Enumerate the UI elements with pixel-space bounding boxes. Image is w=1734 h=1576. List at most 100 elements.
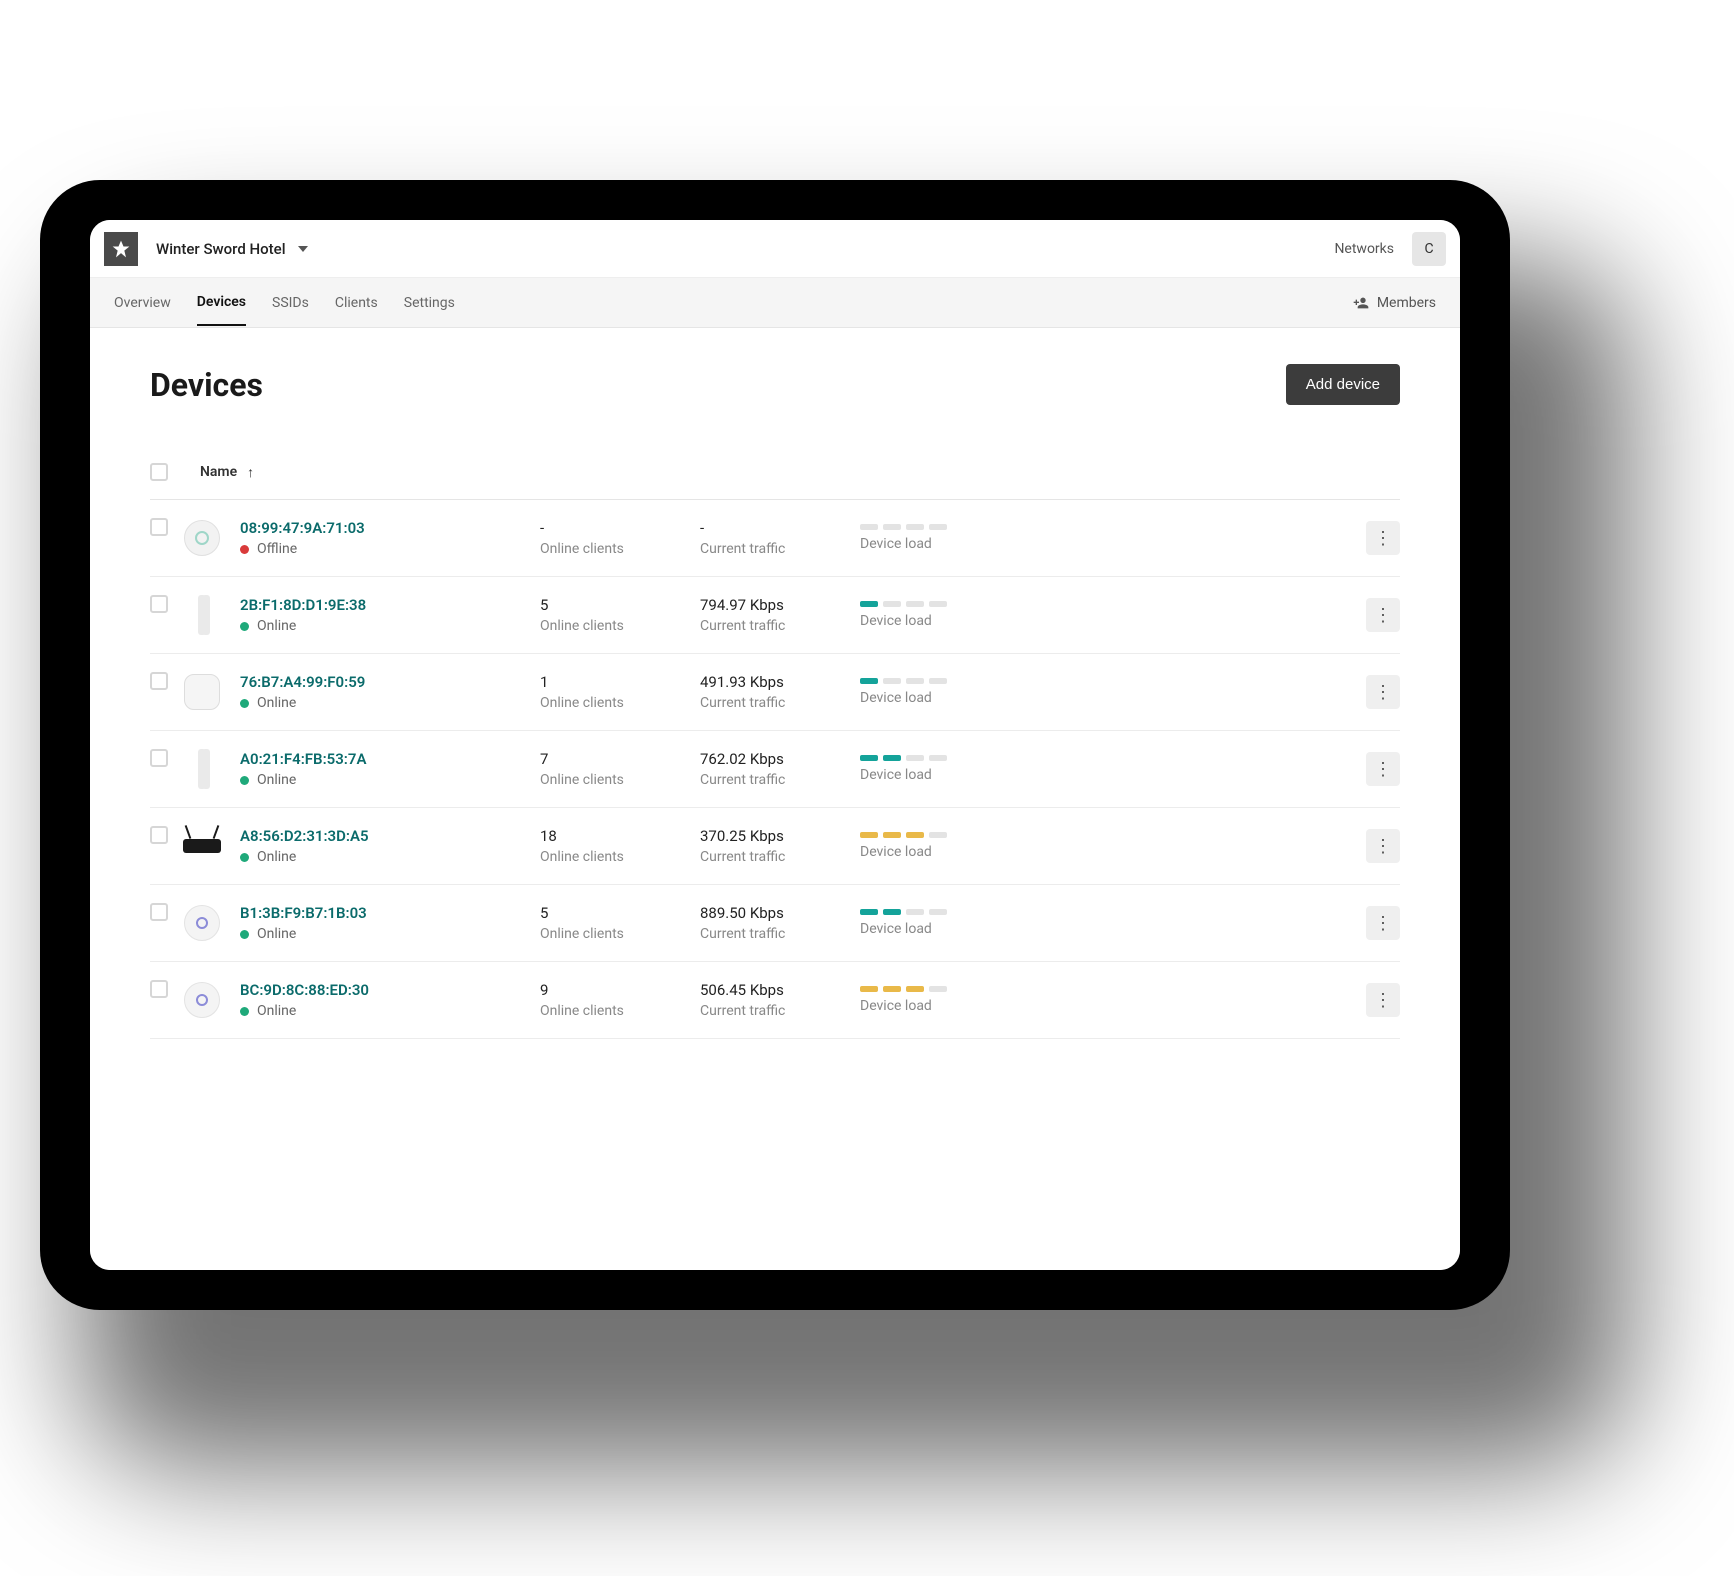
device-row[interactable]: A8:56:D2:31:3D:A5Online18Online clients3… — [150, 808, 1400, 885]
device-status: Online — [240, 695, 540, 711]
row-checkbox[interactable] — [150, 826, 168, 844]
status-dot-icon — [240, 699, 249, 708]
device-mac[interactable]: 08:99:47:9A:71:03 — [240, 519, 540, 537]
row-checkbox[interactable] — [150, 749, 168, 767]
page-title: Devices — [150, 366, 263, 404]
device-mac[interactable]: 76:B7:A4:99:F0:59 — [240, 673, 540, 691]
device-thumbnail — [182, 903, 222, 943]
online-clients-metric: 5Online clients — [540, 904, 700, 942]
tab-clients[interactable]: Clients — [335, 281, 378, 325]
current-traffic-label: Current traffic — [700, 1003, 860, 1019]
device-row[interactable]: 08:99:47:9A:71:03Offline-Online clients-… — [150, 500, 1400, 577]
device-name-block: BC:9D:8C:88:ED:30 Online — [240, 981, 540, 1019]
load-segment — [860, 678, 878, 684]
online-clients-value: 5 — [540, 904, 700, 922]
device-row[interactable]: 2B:F1:8D:D1:9E:38 Online 5 Online clients79… — [150, 577, 1400, 654]
device-thumbnail — [182, 672, 222, 712]
device-thumbnail — [182, 749, 222, 789]
load-segment — [883, 909, 901, 915]
members-button[interactable]: Members — [1353, 295, 1436, 311]
device-rows: 08:99:47:9A:71:03Offline-Online clients-… — [150, 500, 1400, 1039]
load-segment — [906, 755, 924, 761]
row-checkbox[interactable] — [150, 595, 168, 613]
device-mac[interactable]: 2B:F1:8D:D1:9E:38 — [240, 596, 540, 614]
tab-overview[interactable]: Overview — [114, 281, 171, 325]
row-actions-button[interactable]: ⋮ — [1366, 521, 1400, 555]
row-actions-button[interactable]: ⋮ — [1366, 983, 1400, 1017]
online-clients-label: Online clients — [540, 618, 700, 634]
page-header: Devices Add device — [150, 364, 1400, 405]
device-name-block: 76:B7:A4:99:F0:59 Online — [240, 673, 540, 711]
row-checkbox[interactable] — [150, 980, 168, 998]
load-segment — [883, 832, 901, 838]
user-avatar[interactable]: C — [1412, 232, 1446, 266]
current-traffic-label: Current traffic — [700, 618, 860, 634]
device-mac[interactable]: BC:9D:8C:88:ED:30 — [240, 981, 540, 999]
device-square-ap-icon — [184, 674, 220, 710]
device-name-block: A0:21:F4:FB:53:7A Online — [240, 750, 540, 788]
row-checkbox[interactable] — [150, 903, 168, 921]
device-mac[interactable]: A8:56:D2:31:3D:A5 — [240, 827, 540, 845]
device-load-label: Device load — [860, 690, 1040, 706]
device-name-block: 08:99:47:9A:71:03Offline — [240, 519, 540, 557]
online-clients-label: Online clients — [540, 849, 700, 865]
row-actions-button[interactable]: ⋮ — [1366, 752, 1400, 786]
device-load-label: Device load — [860, 536, 1040, 552]
status-dot-icon — [240, 930, 249, 939]
device-name-block: 2B:F1:8D:D1:9E:38 Online — [240, 596, 540, 634]
load-segment — [906, 986, 924, 992]
select-all-checkbox[interactable] — [150, 463, 168, 481]
table-header: Name ↑ — [150, 453, 1400, 500]
device-load-metric: Device load — [860, 524, 1040, 552]
column-name-label: Name — [200, 464, 237, 480]
load-segment — [929, 832, 947, 838]
row-actions-button[interactable]: ⋮ — [1366, 906, 1400, 940]
online-clients-value: 18 — [540, 827, 700, 845]
device-row[interactable]: B1:3B:F9:B7:1B:03Online5Online clients88… — [150, 885, 1400, 962]
load-bars — [860, 986, 1040, 992]
load-segment — [883, 601, 901, 607]
tab-devices[interactable]: Devices — [197, 280, 246, 326]
online-clients-value: - — [540, 519, 700, 537]
device-row[interactable]: 76:B7:A4:99:F0:59Online1Online clients49… — [150, 654, 1400, 731]
device-mac[interactable]: B1:3B:F9:B7:1B:03 — [240, 904, 540, 922]
current-traffic-label: Current traffic — [700, 849, 860, 865]
device-thumbnail — [182, 980, 222, 1020]
status-text: Online — [257, 1003, 296, 1019]
row-actions-button[interactable]: ⋮ — [1366, 675, 1400, 709]
status-text: Online — [257, 772, 296, 788]
device-status: Online — [240, 618, 540, 634]
app-logo-icon[interactable] — [104, 232, 138, 266]
status-text: Online — [257, 618, 296, 634]
networks-link[interactable]: Networks — [1334, 241, 1394, 257]
load-segment — [860, 524, 878, 530]
status-dot-icon — [240, 622, 249, 631]
device-row[interactable]: A0:21:F4:FB:53:7AOnline7Online clients76… — [150, 731, 1400, 808]
row-actions-button[interactable]: ⋮ — [1366, 598, 1400, 632]
device-mac[interactable]: A0:21:F4:FB:53:7A — [240, 750, 540, 768]
content-area: Devices Add device Name ↑ 08:99:47:9A:71… — [90, 328, 1460, 1270]
column-header-name[interactable]: Name ↑ — [200, 464, 254, 481]
tab-settings[interactable]: Settings — [404, 281, 455, 325]
online-clients-metric: 9Online clients — [540, 981, 700, 1019]
device-load-label: Device load — [860, 998, 1040, 1014]
row-checkbox[interactable] — [150, 518, 168, 536]
current-traffic-label: Current traffic — [700, 926, 860, 942]
device-row[interactable]: BC:9D:8C:88:ED:30Online9Online clients50… — [150, 962, 1400, 1039]
add-device-button[interactable]: Add device — [1286, 364, 1400, 405]
row-checkbox[interactable] — [150, 672, 168, 690]
row-actions-button[interactable]: ⋮ — [1366, 829, 1400, 863]
device-load-metric: Device load — [860, 832, 1040, 860]
site-dropdown[interactable]: Winter Sword Hotel — [156, 240, 308, 258]
online-clients-value: 5 — [540, 596, 700, 614]
current-traffic-value: 794.97 Kbps — [700, 596, 860, 614]
device-status: Online — [240, 1003, 540, 1019]
status-dot-icon — [240, 776, 249, 785]
load-bars — [860, 909, 1040, 915]
tab-ssids[interactable]: SSIDs — [272, 281, 309, 325]
online-clients-value: 1 — [540, 673, 700, 691]
current-traffic-metric: 370.25 KbpsCurrent traffic — [700, 827, 860, 865]
device-load-metric: Device load — [860, 601, 1040, 629]
load-bars — [860, 755, 1040, 761]
online-clients-value: 7 — [540, 750, 700, 768]
